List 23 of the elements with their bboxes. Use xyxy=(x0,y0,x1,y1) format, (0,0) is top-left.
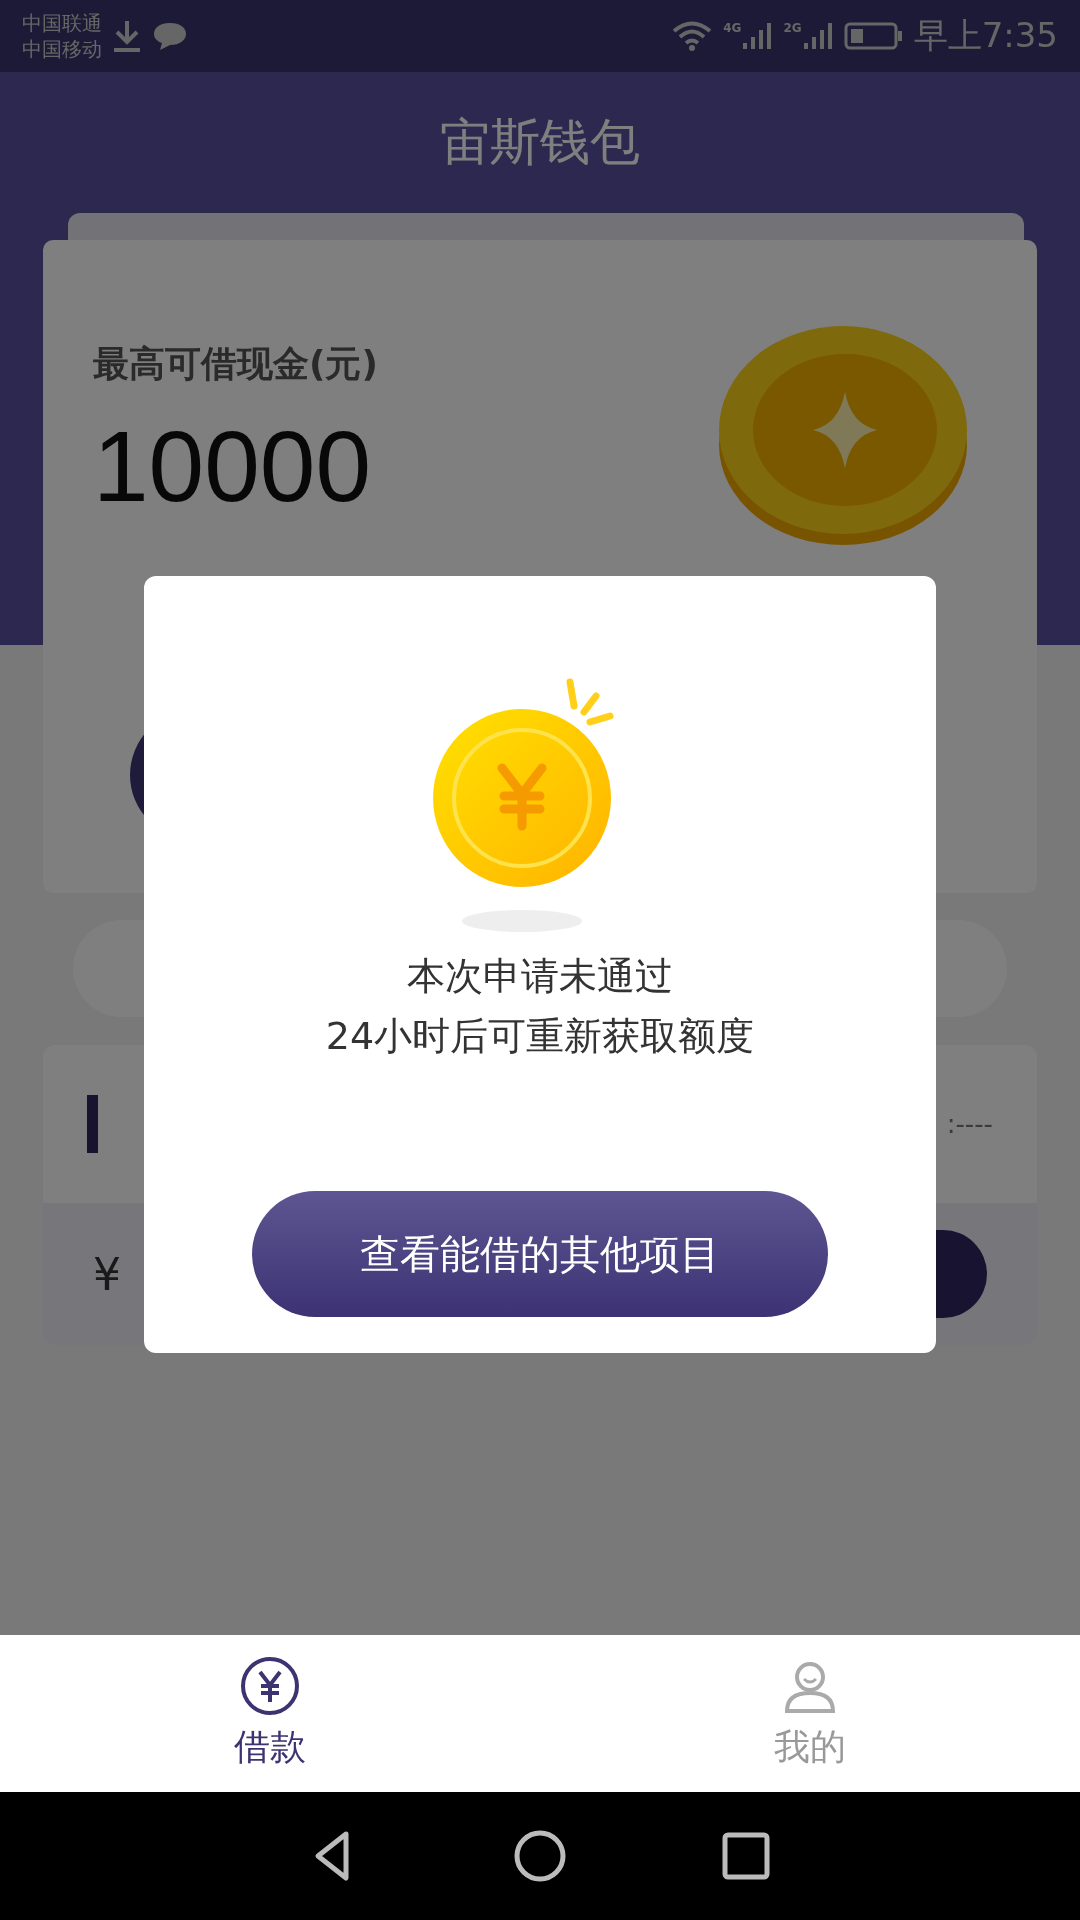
wifi-icon xyxy=(671,20,714,52)
currency-sign: ¥ xyxy=(93,1248,121,1300)
carrier-name: 中国移动 xyxy=(22,36,102,62)
download-icon xyxy=(112,19,142,53)
other-projects-button[interactable]: 查看能借的其他项目 xyxy=(252,1191,828,1317)
network-label: 2G xyxy=(783,21,802,35)
home-icon[interactable] xyxy=(512,1828,568,1884)
tab-item[interactable]: 借款 xyxy=(0,1635,540,1792)
dialog-message: 本次申请未通过 xyxy=(407,953,673,1000)
app-title: 宙斯钱包 xyxy=(439,112,641,173)
network-label: 4G xyxy=(723,21,742,35)
credit-amount: 10000 xyxy=(93,409,372,524)
carrier-name: 中国联通 xyxy=(22,10,102,36)
accent-bar xyxy=(87,1095,98,1153)
info-text: :---- xyxy=(946,1109,993,1139)
credit-label: 最高可借现金(元) xyxy=(93,342,379,386)
signal-icon xyxy=(741,21,774,51)
battery-icon xyxy=(843,21,904,51)
chat-icon xyxy=(152,21,188,51)
status-time: 早上7:35 xyxy=(913,14,1058,57)
signal-icon xyxy=(801,21,834,51)
dialog-message: 24小时后可重新获取额度 xyxy=(325,1013,755,1060)
yuan-icon xyxy=(239,1655,301,1717)
